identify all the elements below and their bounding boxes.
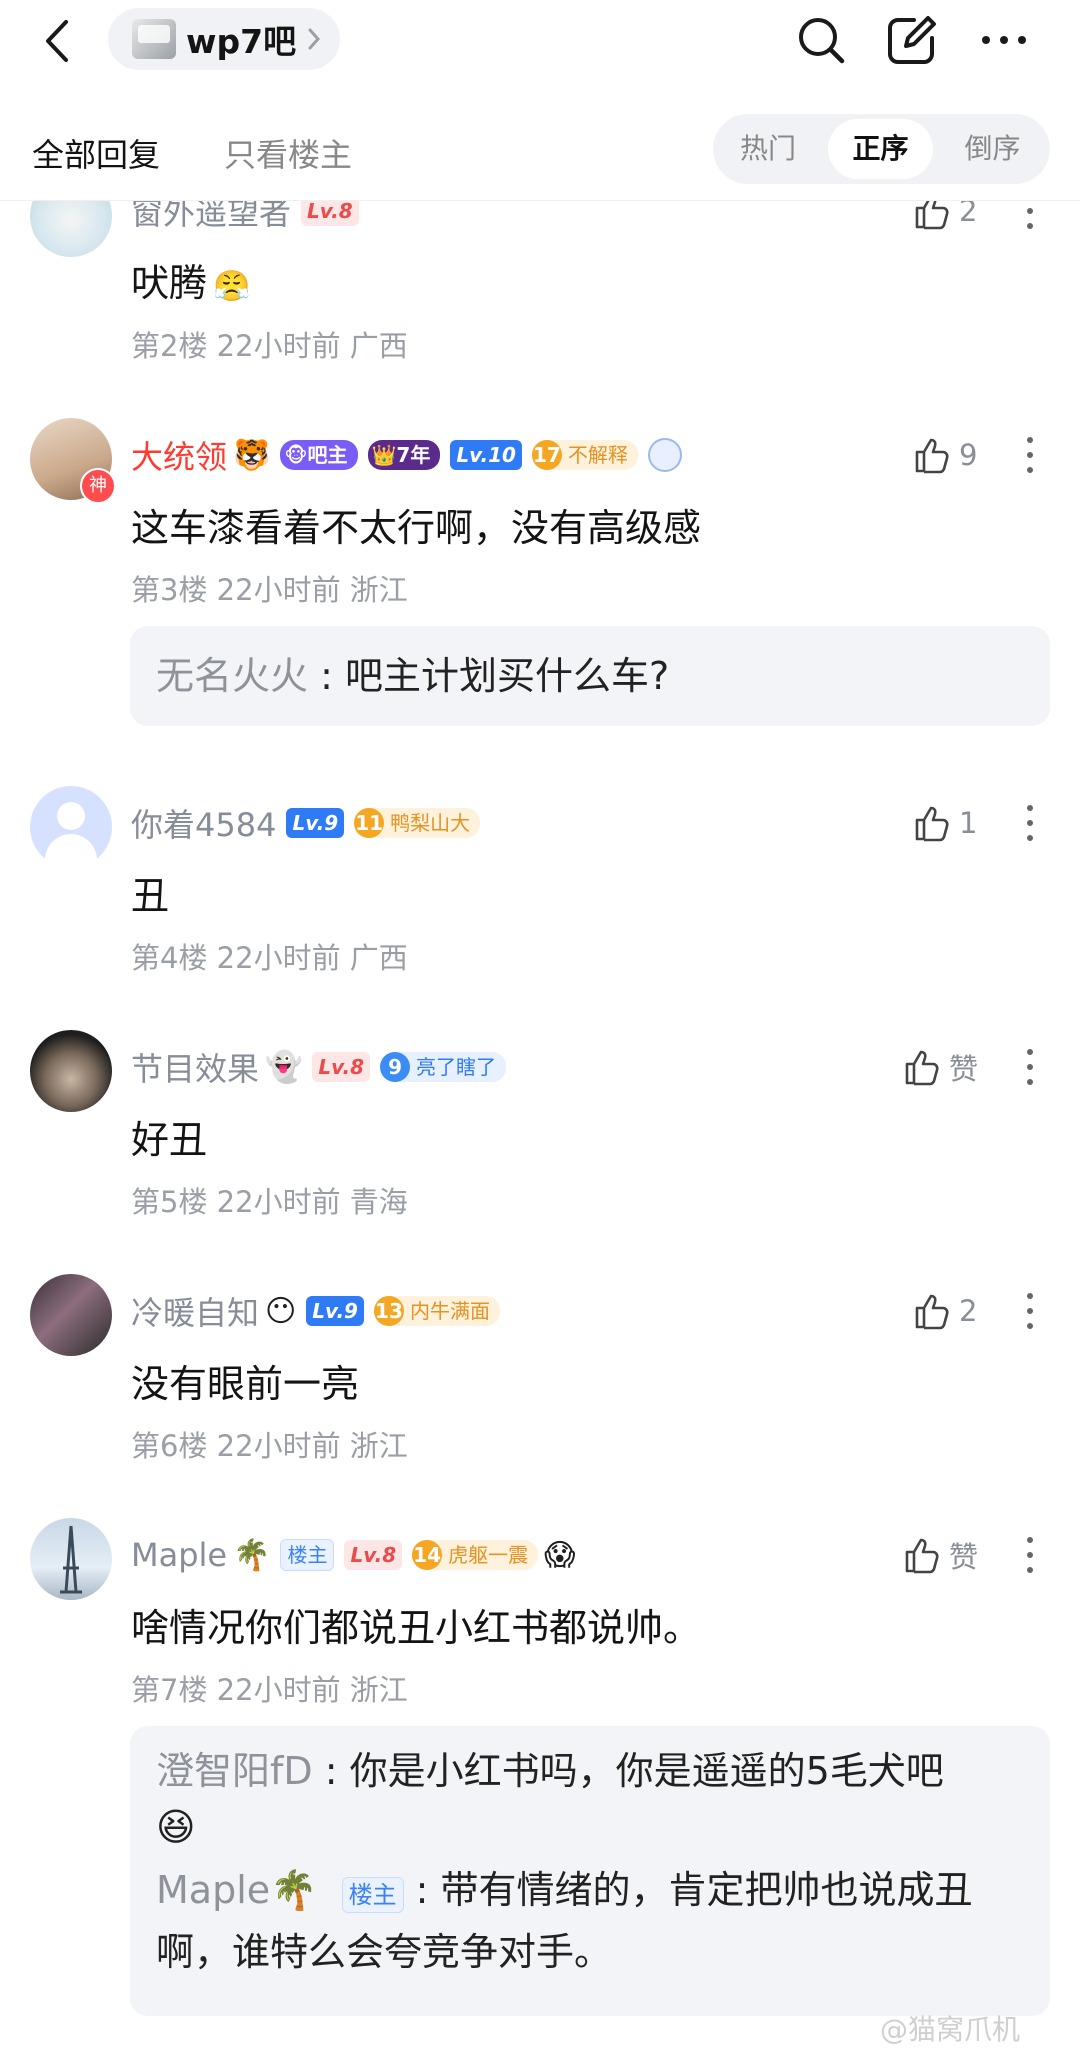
reply-meta: 第5楼 22小时前 青海 — [131, 1185, 408, 1219]
sub-reply-box[interactable]: 无名火火 : 吧主计划买什么车? — [130, 626, 1050, 726]
sort-toggle: 热门 正序 倒序 — [713, 114, 1050, 184]
sub-reply-author[interactable]: 澄智阳fD — [156, 1749, 313, 1793]
like-count: 赞 — [949, 1540, 979, 1574]
more-options-icon[interactable] — [1024, 1532, 1036, 1578]
chevron-right-icon — [308, 28, 321, 50]
thumbs-up-icon — [905, 1538, 939, 1574]
thumbs-up-icon — [915, 438, 949, 474]
tab-only-op[interactable]: 只看楼主 — [224, 130, 352, 176]
like-button[interactable]: 赞 — [903, 1044, 978, 1090]
reply-content: 这车漆看着不太行啊，没有高级感 — [131, 506, 702, 550]
thumbs-up-icon — [905, 1050, 939, 1086]
sub-reply-author[interactable]: 无名火火 — [156, 654, 308, 698]
back-icon[interactable] — [38, 14, 78, 68]
sort-ascending[interactable]: 正序 — [828, 119, 933, 179]
title-badge: 17 不解释 — [531, 440, 638, 470]
username[interactable]: 节目效果 — [131, 1044, 259, 1090]
forum-logo — [132, 19, 176, 59]
name-emoji: 🐯 — [233, 437, 271, 473]
year-badge: 👑7年 — [367, 440, 441, 470]
name-emoji: 🌴 — [233, 1537, 271, 1573]
username[interactable]: 冷暖自知 — [131, 1288, 259, 1334]
sort-descending[interactable]: 倒序 — [935, 114, 1050, 184]
like-button[interactable]: 1 — [913, 800, 977, 846]
forum-entry-button[interactable]: wp7吧 — [108, 8, 340, 70]
medal-icon — [647, 438, 682, 472]
name-emoji: 😶 — [265, 1293, 297, 1329]
title-badge: 13 内牛满面 — [373, 1296, 500, 1326]
username[interactable]: Maple — [131, 1536, 227, 1574]
edit-icon[interactable] — [884, 12, 940, 68]
sort-hot[interactable]: 热门 — [713, 114, 823, 184]
reply-content: 好丑 — [131, 1118, 208, 1162]
op-badge: 楼主 — [341, 1877, 404, 1913]
more-options-icon[interactable] — [1024, 800, 1036, 846]
level-badge: Lv.9 — [306, 1296, 364, 1326]
sub-reply-continued: 啊，谁特么会夸竞争对手。 — [156, 1930, 613, 1974]
god-badge: 神 — [80, 468, 116, 504]
tail-emoji: 😱 — [544, 1537, 576, 1573]
title-badge: 14 虎躯一震 — [412, 1540, 539, 1570]
avatar[interactable] — [30, 1030, 112, 1112]
more-menu-icon[interactable] — [976, 12, 1032, 68]
reply-meta: 第3楼 22小时前 浙江 — [131, 573, 408, 607]
reply-content: 啥情况你们都说丑小红书都说帅。 — [131, 1606, 702, 1650]
like-button[interactable]: 9 — [913, 432, 977, 478]
level-badge: Lv.8 — [344, 1540, 403, 1570]
reply-meta: 第4楼 22小时前 广西 — [131, 941, 408, 975]
like-button[interactable]: 2 — [913, 1288, 977, 1334]
more-options-icon[interactable] — [1024, 432, 1036, 478]
eiffel-tower-icon — [60, 1525, 82, 1594]
level-badge: Lv.8 — [312, 1052, 371, 1082]
avatar[interactable] — [30, 1274, 112, 1356]
title-badge: 11 鸭梨山大 — [354, 808, 481, 838]
avatar[interactable] — [30, 1518, 112, 1600]
more-options-icon[interactable] — [1024, 1044, 1036, 1090]
avatar[interactable] — [30, 786, 112, 868]
search-icon[interactable] — [793, 12, 849, 68]
sub-reply: 无名火火 : 吧主计划买什么车? — [156, 654, 670, 698]
admin-badge: 🐵吧主 — [280, 440, 358, 470]
sub-reply: 澄智阳fD : 你是小红书吗，你是遥遥的5毛犬吧 — [156, 1749, 944, 1793]
username[interactable]: 你着4584 — [131, 800, 276, 846]
sub-reply-author[interactable]: Maple🌴 — [156, 1868, 317, 1912]
like-count: 2 — [959, 1294, 978, 1328]
reply-content: 丑 — [131, 874, 170, 918]
more-options-icon[interactable] — [1024, 1288, 1036, 1334]
name-emoji: 👻 — [265, 1049, 303, 1085]
top-bar: wp7吧 — [0, 0, 1080, 110]
sub-reply: Maple🌴 楼主: 带有情绪的，肯定把帅也说成丑 — [156, 1868, 973, 1913]
like-button[interactable]: 赞 — [903, 1532, 978, 1578]
level-badge: Lv.9 — [286, 808, 345, 838]
forum-name: wp7吧 — [186, 22, 297, 61]
title-badge: 9 亮了瞎了 — [380, 1052, 507, 1082]
tab-all-replies[interactable]: 全部回复 — [32, 130, 160, 176]
op-badge: 楼主 — [280, 1539, 335, 1571]
reply-content: 吠腾 😤 — [131, 261, 251, 305]
watermark: @猫窝爪机 — [880, 2013, 1021, 2046]
username[interactable]: 大统领 — [131, 432, 227, 478]
sub-reply-emoji: 😆 — [156, 1805, 196, 1849]
reply-meta: 第2楼 22小时前 广西 — [131, 329, 408, 363]
like-count: 1 — [959, 806, 978, 840]
reply-meta: 第6楼 22小时前 浙江 — [131, 1429, 408, 1463]
sub-reply-box[interactable]: 澄智阳fD : 你是小红书吗，你是遥遥的5毛犬吧 😆 Maple🌴 楼主: 带有… — [130, 1726, 1050, 2016]
thumbs-up-icon — [915, 806, 949, 842]
reply-meta: 第7楼 22小时前 浙江 — [131, 1673, 408, 1707]
level-badge: Lv.10 — [450, 440, 522, 470]
thumbs-up-icon — [915, 1294, 949, 1330]
reply-content: 没有眼前一亮 — [131, 1362, 360, 1406]
like-count: 赞 — [949, 1052, 979, 1086]
like-count: 9 — [959, 438, 978, 472]
